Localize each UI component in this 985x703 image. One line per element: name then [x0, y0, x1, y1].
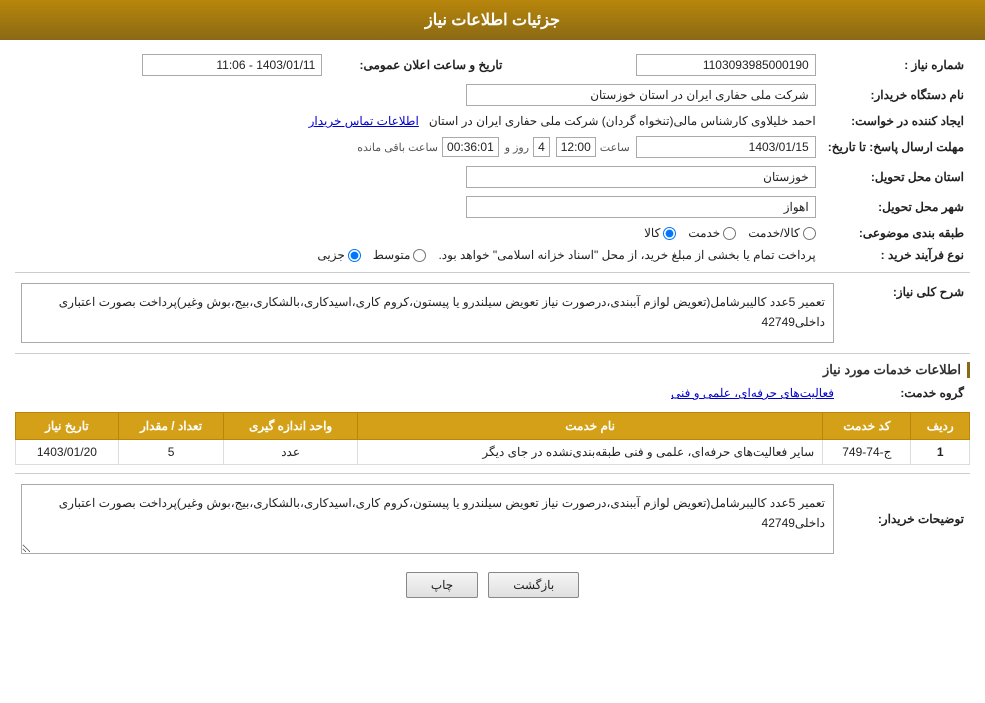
- col-header-code: کد خدمت: [823, 413, 911, 440]
- col-header-row: ردیف: [911, 413, 970, 440]
- deadline-time-value: 12:00: [556, 137, 596, 157]
- main-info-table: شماره نیاز : 1103093985000190 تاریخ و سا…: [15, 50, 970, 266]
- deadline-time-label: ساعت: [600, 141, 630, 154]
- cell-qty: 5: [118, 440, 223, 465]
- announce-label: تاریخ و ساعت اعلان عمومی:: [328, 50, 508, 80]
- col-header-name: نام خدمت: [357, 413, 822, 440]
- purchase-option-mutawaset[interactable]: متوسط: [373, 248, 427, 262]
- province-label: استان محل تحویل:: [822, 162, 970, 192]
- province-value: خوزستان: [466, 166, 816, 188]
- deadline-day-label: روز و: [505, 141, 529, 154]
- description-value: تعمیر 5عدد کالیبرشامل(تعویض لوازم آببندی…: [21, 283, 834, 343]
- page-header: جزئیات اطلاعات نیاز: [0, 0, 985, 40]
- button-row: بازگشت چاپ: [15, 572, 970, 598]
- city-value: اهواز: [466, 196, 816, 218]
- category-option-kala-khedmat[interactable]: کالا/خدمت: [748, 226, 815, 240]
- purchase-option-jozi[interactable]: جزیی: [317, 248, 360, 262]
- announce-value: 1403/01/11 - 11:06: [142, 54, 322, 76]
- category-option-kala[interactable]: کالا: [644, 226, 676, 240]
- cell-unit: عدد: [224, 440, 358, 465]
- divider-2: [15, 353, 970, 354]
- description-table: شرح کلی نیاز: تعمیر 5عدد کالیبرشامل(تعوی…: [15, 279, 970, 347]
- remaining-label: ساعت باقی مانده: [357, 141, 438, 154]
- category-radio-group: کالا/خدمت خدمت کالا: [21, 226, 816, 240]
- table-row: 1 ج-74-749 سایر فعالیت‌های حرفه‌ای، علمی…: [16, 440, 970, 465]
- service-group-table: گروه خدمت: فعالیت‌های حرفه‌ای، علمی و فن…: [15, 382, 970, 404]
- buyer-name-value: شرکت ملی حفاری ایران در استان خوزستان: [466, 84, 816, 106]
- buyer-desc-value: تعمیر 5عدد کالیبرشامل(تعویض لوازم آببندی…: [21, 484, 834, 554]
- contact-link[interactable]: اطلاعات تماس خریدار: [309, 114, 419, 128]
- category-label: طبقه بندی موضوعی:: [822, 222, 970, 244]
- deadline-date: 1403/01/15: [636, 136, 816, 158]
- cell-row: 1: [911, 440, 970, 465]
- cell-date: 1403/01/20: [16, 440, 119, 465]
- cell-name: سایر فعالیت‌های حرفه‌ای، علمی و فنی طبقه…: [357, 440, 822, 465]
- service-group-value[interactable]: فعالیت‌های حرفه‌ای، علمی و فنی: [671, 386, 834, 400]
- buyer-desc-label: توضیحات خریدار:: [840, 480, 970, 558]
- services-table: ردیف کد خدمت نام خدمت واحد اندازه گیری ت…: [15, 412, 970, 465]
- col-header-unit: واحد اندازه گیری: [224, 413, 358, 440]
- col-header-date: تاریخ نیاز: [16, 413, 119, 440]
- purchase-type-label: نوع فرآیند خرید :: [822, 244, 970, 266]
- print-button[interactable]: چاپ: [406, 572, 478, 598]
- divider-3: [15, 473, 970, 474]
- deadline-day-value: 4: [533, 137, 550, 157]
- service-group-label: گروه خدمت:: [840, 382, 970, 404]
- description-label: شرح کلی نیاز:: [840, 279, 970, 347]
- purchase-note: پرداخت تمام یا بخشی از مبلغ خرید، از محل…: [438, 248, 815, 262]
- remaining-value: 00:36:01: [442, 137, 499, 157]
- col-header-qty: تعداد / مقدار: [118, 413, 223, 440]
- need-number-value: 1103093985000190: [636, 54, 816, 76]
- cell-code: ج-74-749: [823, 440, 911, 465]
- deadline-label: مهلت ارسال پاسخ: تا تاریخ:: [822, 132, 970, 162]
- page-title: جزئیات اطلاعات نیاز: [425, 12, 560, 29]
- purchase-type-radio-group: پرداخت تمام یا بخشی از مبلغ خرید، از محل…: [21, 248, 816, 262]
- need-number-label: شماره نیاز :: [822, 50, 970, 80]
- back-button[interactable]: بازگشت: [488, 572, 579, 598]
- services-section-title: اطلاعات خدمات مورد نیاز: [15, 362, 970, 378]
- creator-label: ایجاد کننده در خواست:: [822, 110, 970, 132]
- category-option-khedmat[interactable]: خدمت: [688, 226, 736, 240]
- city-label: شهر محل تحویل:: [822, 192, 970, 222]
- buyer-name-label: نام دستگاه خریدار:: [822, 80, 970, 110]
- divider-1: [15, 272, 970, 273]
- buyer-desc-table: توضیحات خریدار: تعمیر 5عدد کالیبرشامل(تع…: [15, 480, 970, 558]
- creator-value: احمد خلیلاوی کارشناس مالی(تنخواه گردان) …: [429, 114, 816, 128]
